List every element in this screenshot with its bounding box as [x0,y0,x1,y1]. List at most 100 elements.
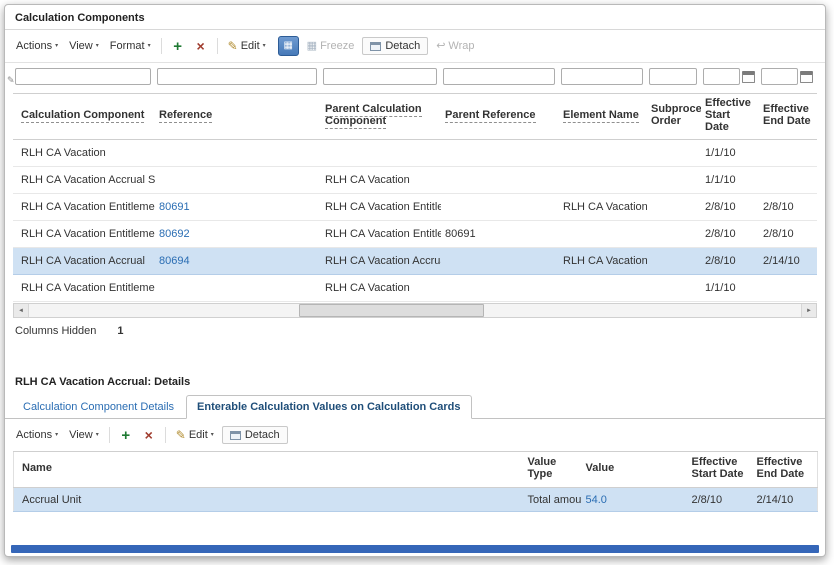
table-row[interactable]: RLH CA Vacation Accrual Summary RLH CA Va… [13,166,817,194]
filter-effective-start-date-input[interactable] [703,68,740,85]
col-header-value[interactable]: Value [581,451,688,488]
cell: RLH CA Vacation [13,139,155,167]
edit-menu[interactable]: ✎ Edit ▾ [225,38,269,54]
chevron-down-icon: ▾ [262,43,266,49]
qbe-row-icon: ✎ [7,75,15,85]
details-detach-label: Detach [244,429,280,441]
calendar-icon[interactable] [800,70,813,83]
details-add-button[interactable]: + [117,426,135,444]
details-view-menu[interactable]: View ▾ [66,427,102,443]
col-header-parent-calculation-component[interactable]: Parent Calculation Component [321,93,441,140]
col-header-reference[interactable]: Reference [155,93,321,140]
add-button[interactable]: + [169,37,187,55]
calendar-icon[interactable] [742,70,755,83]
cell: RLH CA Vacation Entitlement [321,220,441,248]
col-header-effective-start-date[interactable]: Effective Start Date [701,93,759,140]
cell-link[interactable]: 80691 [159,201,190,213]
plus-icon: + [121,426,131,444]
cell [759,166,817,194]
cell-link[interactable]: 54.0 [586,494,607,506]
details-header-row: Name Value Type Value Effective Start Da… [13,451,818,488]
cell: RLH CA Vacation Entitlement Date [13,220,155,248]
filter-table-icon: ▦ [283,40,293,51]
cell: RLH CA Vacation Entitlement [13,193,155,221]
toolbar-separator [160,38,162,54]
horizontal-scrollbar[interactable]: ◄ ► [13,303,817,318]
actions-menu[interactable]: Actions ▾ [13,38,61,54]
chevron-down-icon: ▾ [55,432,59,438]
details-table: Name Value Type Value Effective Start Da… [13,451,818,512]
table-row[interactable]: RLH CA Vacation Entitlement Summary RLH C… [13,274,817,302]
details-detach-button[interactable]: Detach [221,426,288,444]
chevron-down-icon: ▾ [95,432,99,438]
details-edit-menu[interactable]: ✎ Edit ▾ [173,427,217,443]
details-view-label: View [69,429,93,441]
cell: 2/8/10 [759,220,817,248]
tab-calculation-component-details[interactable]: Calculation Component Details [13,396,184,418]
cell [155,139,321,167]
filter-calculation-component-input[interactable] [15,68,151,85]
header-row: Calculation Component Reference Parent C… [13,93,817,140]
col-header-effective-end-date[interactable]: Effective End Date [759,93,817,140]
wrap-button: ↩ Wrap [433,38,477,54]
table-row[interactable]: RLH CA Vacation Entitlement Date 80692 RLH… [13,220,817,248]
cell: 2/14/10 [752,487,818,512]
table-row[interactable]: RLH CA Vacation 1/1/10 [13,139,817,167]
application-window: Calculation Components Actions ▾ View ▾ … [4,4,826,557]
table-row[interactable]: RLH CA Vacation Accrual 80694 RLH CA Vacat… [13,247,817,275]
cell [759,139,817,167]
col-header-details-effective-start-date[interactable]: Effective Start Date [687,451,753,488]
table-row[interactable]: RLH CA Vacation Entitlement 80691 RLH CA V… [13,193,817,221]
filter-element-name-input[interactable] [561,68,643,85]
cell: 2/8/10 [701,247,759,275]
details-table-region: Name Value Type Value Effective Start Da… [5,451,825,512]
cell [155,274,321,302]
details-toolbar: Actions ▾ View ▾ + × ✎ Edit ▾ Detach [5,419,825,451]
tab-enterable-calculation-values[interactable]: Enterable Calculation Values on Calculat… [186,395,472,419]
cell [559,139,647,167]
cell: RLH CA Vacation Accrual [559,247,647,275]
cell: RLH CA Vacation Entitlement Summary [321,193,441,221]
details-panel-title: RLH CA Vacation Accrual: Details [15,376,191,388]
cell [441,274,559,302]
cell [155,166,321,194]
scroll-right-button[interactable]: ► [801,304,816,317]
col-header-parent-reference[interactable]: Parent Reference [441,93,559,140]
filter-parent-reference-input[interactable] [443,68,555,85]
delete-x-icon: × [144,427,153,443]
details-actions-menu[interactable]: Actions ▾ [13,427,61,443]
chevron-down-icon: ▾ [147,43,151,49]
cell-link[interactable]: 80692 [159,228,190,240]
cell [647,220,701,248]
delete-button[interactable]: × [192,37,210,55]
col-header-name[interactable]: Name [13,451,524,488]
col-header-subprocessing-order[interactable]: Subprocessing Order [647,93,701,140]
bottom-splitter-bar[interactable] [11,545,819,553]
cell [321,139,441,167]
filter-effective-end-date-input[interactable] [761,68,798,85]
col-header-calculation-component[interactable]: Calculation Component [13,93,155,140]
details-tabbar: Calculation Component Details Enterable … [5,395,825,419]
detach-button[interactable]: Detach [362,37,429,55]
col-header-value-type[interactable]: Value Type [523,451,582,488]
view-menu[interactable]: View ▾ [66,38,102,54]
format-menu[interactable]: Format ▾ [107,38,154,54]
col-header-element-name[interactable]: Element Name [559,93,647,140]
cell [441,166,559,194]
filter-parent-calculation-component-input[interactable] [323,68,437,85]
query-by-example-button[interactable]: ▦ [277,36,299,56]
col-header-details-effective-end-date[interactable]: Effective End Date [752,451,818,488]
table-row[interactable]: Accrual UnitTotal amount 54.0 2/8/102/14/1… [13,487,818,512]
scrollbar-track[interactable] [29,304,801,317]
cell: 1/1/10 [701,274,759,302]
cell [759,274,817,302]
filter-reference-input[interactable] [157,68,317,85]
scrollbar-thumb[interactable] [299,304,485,317]
scroll-left-button[interactable]: ◄ [14,304,29,317]
cell: 1/1/10 [701,166,759,194]
filter-subprocessing-order-input[interactable] [649,68,697,85]
cell [559,166,647,194]
details-delete-button[interactable]: × [140,426,158,444]
cell-link[interactable]: 80694 [159,255,190,267]
actions-menu-label: Actions [16,40,53,52]
